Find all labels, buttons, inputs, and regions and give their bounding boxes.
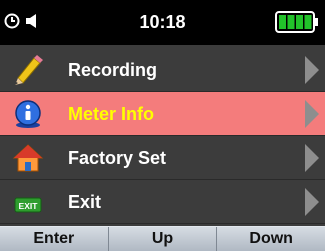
exit-icon: EXIT bbox=[14, 197, 42, 213]
menu-item-label: Exit bbox=[68, 192, 102, 212]
menu-item-exit[interactable]: EXIT Exit bbox=[0, 180, 325, 224]
svg-text:EXIT: EXIT bbox=[19, 201, 39, 211]
menu-item-factory-set[interactable]: Factory Set bbox=[0, 136, 325, 180]
main-menu: Recording Meter Info Factory Set EXIT Ex… bbox=[0, 48, 325, 225]
status-bar: 10:18 bbox=[0, 0, 325, 45]
chevron-right-icon bbox=[305, 56, 319, 84]
battery-full-icon bbox=[275, 11, 318, 33]
up-button[interactable]: Up bbox=[108, 227, 218, 251]
chevron-right-icon bbox=[305, 144, 319, 172]
menu-item-label: Meter Info bbox=[68, 104, 155, 124]
menu-item-meter-info[interactable]: Meter Info bbox=[0, 92, 325, 136]
chevron-right-icon bbox=[305, 188, 319, 216]
chevron-right-icon bbox=[305, 100, 319, 128]
menu-item-label: Recording bbox=[68, 60, 158, 80]
menu-item-recording[interactable]: Recording bbox=[0, 48, 325, 92]
pencil-icon bbox=[15, 55, 43, 85]
softkey-bar: Enter Up Down bbox=[0, 226, 325, 251]
enter-button[interactable]: Enter bbox=[0, 227, 109, 251]
info-icon bbox=[15, 100, 41, 128]
device-screen: 10:18 Recording Meter Info Factory Set E… bbox=[0, 0, 325, 251]
down-button[interactable]: Down bbox=[217, 227, 325, 251]
home-icon bbox=[12, 144, 44, 172]
menu-item-label: Factory Set bbox=[68, 148, 167, 168]
